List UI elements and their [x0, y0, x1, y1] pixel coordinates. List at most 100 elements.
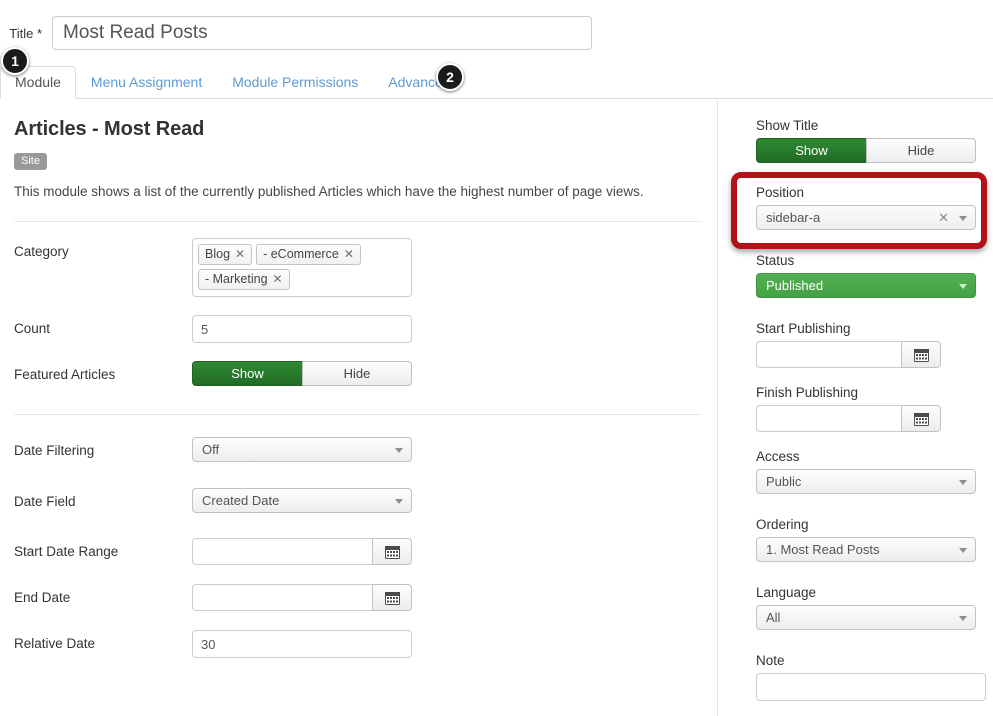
calendar-icon-button[interactable] — [901, 341, 941, 368]
module-description: This module shows a list of the currentl… — [14, 184, 644, 199]
module-edit-page: Title * Module Menu Assignment Module Pe… — [0, 0, 993, 716]
date-filtering-select[interactable]: Off — [192, 437, 412, 462]
access-value: Public — [766, 474, 802, 489]
calendar-icon — [913, 412, 929, 426]
field-position: Position sidebar-a ✕ — [756, 185, 985, 235]
status-value: Published — [766, 278, 824, 293]
calendar-icon-button[interactable] — [372, 538, 412, 565]
field-date-field: Date Field Created Date — [14, 488, 702, 518]
note-input[interactable] — [756, 673, 986, 701]
field-finish-publishing: Finish Publishing — [756, 385, 985, 432]
page-title: Articles - Most Read — [14, 118, 205, 140]
clear-icon[interactable]: ✕ — [938, 210, 949, 225]
field-relative-date: Relative Date — [14, 630, 702, 658]
chip-label: Blog — [205, 247, 231, 261]
show-title-hide-button[interactable]: Hide — [866, 138, 976, 163]
start-publishing-label: Start Publishing — [756, 321, 851, 336]
featured-articles-hide-button[interactable]: Hide — [302, 361, 412, 386]
start-publishing-input[interactable] — [756, 341, 901, 368]
note-label: Note — [756, 653, 785, 668]
field-category: Category Blog ✕ - eCommerce ✕ - Marketin… — [14, 238, 702, 297]
title-input[interactable] — [52, 16, 592, 50]
chevron-down-icon — [959, 479, 967, 485]
status-select[interactable]: Published — [756, 273, 976, 298]
tab-bar: Module Menu Assignment Module Permission… — [0, 64, 993, 99]
field-featured-articles: Featured Articles Show Hide — [14, 361, 702, 386]
calendar-icon — [384, 545, 400, 559]
category-label: Category — [14, 244, 69, 259]
field-note: Note — [756, 653, 986, 701]
chip-remove-icon[interactable]: ✕ — [273, 271, 283, 287]
calendar-icon — [913, 348, 929, 362]
callout-badge-2: 2 — [436, 63, 464, 91]
field-status: Status Published — [756, 253, 985, 303]
position-select[interactable]: sidebar-a ✕ — [756, 205, 976, 230]
field-access: Access Public — [756, 449, 985, 499]
featured-articles-toggle: Show Hide — [192, 361, 412, 386]
end-date-group — [192, 584, 412, 611]
callout-badge-1: 1 — [1, 47, 29, 75]
title-label: Title * — [9, 25, 42, 41]
chip-remove-icon[interactable]: ✕ — [344, 246, 354, 262]
calendar-icon-button[interactable] — [901, 405, 941, 432]
access-label: Access — [756, 449, 800, 464]
field-language: Language All — [756, 585, 985, 635]
category-chip[interactable]: - eCommerce ✕ — [256, 244, 361, 265]
show-title-show-button[interactable]: Show — [756, 138, 866, 163]
position-value: sidebar-a — [766, 210, 821, 225]
start-date-range-input[interactable] — [192, 538, 372, 565]
title-field-row: Title * — [0, 16, 592, 50]
date-field-value: Created Date — [202, 493, 280, 508]
access-select[interactable]: Public — [756, 469, 976, 494]
field-show-title: Show Title Show Hide — [756, 118, 985, 163]
chevron-down-icon — [395, 498, 403, 504]
date-filtering-label: Date Filtering — [14, 443, 95, 458]
finish-publishing-group — [756, 405, 941, 432]
section-divider-top — [14, 221, 702, 222]
count-input[interactable] — [192, 315, 412, 343]
tab-menu-assignment[interactable]: Menu Assignment — [76, 66, 217, 99]
show-title-label: Show Title — [756, 118, 819, 133]
finish-publishing-input[interactable] — [756, 405, 901, 432]
tab-module-permissions[interactable]: Module Permissions — [217, 66, 373, 99]
chip-remove-icon[interactable]: ✕ — [235, 246, 245, 262]
relative-date-label: Relative Date — [14, 636, 96, 651]
chevron-down-icon — [959, 547, 967, 553]
field-ordering: Ordering 1. Most Read Posts — [756, 517, 985, 567]
language-select[interactable]: All — [756, 605, 976, 630]
section-divider-bottom — [14, 414, 702, 415]
calendar-icon — [384, 591, 400, 605]
field-count: Count — [14, 315, 702, 343]
ordering-value: 1. Most Read Posts — [766, 542, 880, 557]
count-label: Count — [14, 321, 51, 336]
position-label: Position — [756, 185, 805, 200]
language-label: Language — [756, 585, 817, 600]
category-chip[interactable]: Blog ✕ — [198, 244, 253, 265]
ordering-select[interactable]: 1. Most Read Posts — [756, 537, 976, 562]
category-chip[interactable]: - Marketing ✕ — [198, 269, 290, 290]
start-date-range-group — [192, 538, 412, 565]
chevron-down-icon — [959, 215, 967, 221]
show-title-toggle: Show Hide — [756, 138, 976, 163]
field-date-filtering: Date Filtering Off — [14, 437, 702, 467]
ordering-label: Ordering — [756, 517, 809, 532]
chevron-down-icon — [959, 283, 967, 289]
featured-articles-show-button[interactable]: Show — [192, 361, 302, 386]
chip-label: - eCommerce — [263, 247, 339, 261]
relative-date-input[interactable] — [192, 630, 412, 658]
module-settings-panel: Articles - Most Read Site This module sh… — [0, 100, 716, 716]
start-date-range-label: Start Date Range — [14, 544, 119, 559]
end-date-label: End Date — [14, 590, 71, 605]
language-value: All — [766, 610, 781, 625]
chevron-down-icon — [395, 447, 403, 453]
date-field-select[interactable]: Created Date — [192, 488, 412, 513]
scope-badge: Site — [14, 153, 47, 170]
calendar-icon-button[interactable] — [372, 584, 412, 611]
featured-articles-label: Featured Articles — [14, 367, 116, 382]
publishing-options-panel: Show Title Show Hide Position sidebar-a … — [717, 100, 993, 716]
chevron-down-icon — [959, 615, 967, 621]
category-tag-input[interactable]: Blog ✕ - eCommerce ✕ - Marketing ✕ — [192, 238, 412, 297]
end-date-input[interactable] — [192, 584, 372, 611]
status-label: Status — [756, 253, 795, 268]
date-field-label: Date Field — [14, 494, 76, 509]
